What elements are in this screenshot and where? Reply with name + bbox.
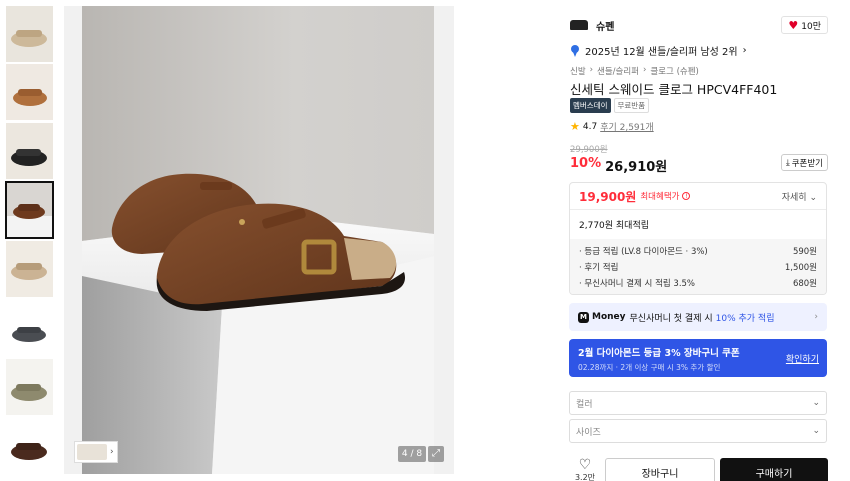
benefit-box: 19,900원 최대혜택가 ! 자세히 ⌄ 2,770원 최대적립 · 등급 적… bbox=[569, 182, 827, 295]
promo-title: 2월 다이아몬드 등급 3% 장바구니 쿠폰 bbox=[578, 348, 740, 359]
rating-row: ★ 4.7 후기 2,591개 bbox=[570, 120, 654, 133]
discount-rate: 10% bbox=[570, 156, 602, 171]
chevron-down-icon: ⌄ bbox=[812, 426, 820, 436]
chevron-right-icon: › bbox=[742, 45, 747, 56]
promo-confirm-button[interactable]: 확인하기 bbox=[786, 352, 819, 365]
detail-toggle[interactable]: 자세히 ⌄ bbox=[782, 190, 817, 203]
chevron-down-icon: ⌄ bbox=[812, 398, 820, 408]
accumulation-list: · 등급 적립 (LV.8 다이아몬드 · 3%) 590원 · 후기 적립 1… bbox=[570, 239, 826, 294]
chevron-right-icon: › bbox=[643, 65, 647, 75]
rating-value: 4.7 bbox=[582, 121, 598, 132]
chevron-right-icon: › bbox=[110, 447, 114, 457]
ranking-text: 2025년 12월 샌들/슬리퍼 남성 2위 bbox=[585, 47, 738, 58]
brand-row: 슈펜 ♥ 10만 bbox=[570, 16, 828, 34]
size-select-placeholder: 사이즈 bbox=[576, 427, 601, 438]
wishlist-button[interactable]: ♡ 3.2만 bbox=[572, 458, 598, 481]
coupon-promo-banner: 2월 다이아몬드 등급 3% 장바구니 쿠폰 02.28까지 · 2개 이상 구… bbox=[569, 339, 827, 377]
medal-icon bbox=[570, 44, 580, 57]
color-select-placeholder: 컬러 bbox=[576, 399, 593, 410]
image-preview-strip[interactable]: › bbox=[74, 441, 118, 463]
main-image-area: › 4 / 8 ⤢ bbox=[64, 6, 454, 474]
image-counter: 4 / 8 bbox=[398, 446, 426, 462]
money-name: Money bbox=[592, 312, 626, 322]
max-benefit-price: 19,900원 bbox=[579, 189, 637, 204]
accumulation-item: · 후기 적립 1,500원 bbox=[579, 259, 817, 275]
star-icon: ★ bbox=[570, 120, 580, 133]
accumulation-total: 2,770원 최대적립 bbox=[570, 209, 826, 239]
money-text: 무신사머니 첫 결제 시 bbox=[629, 313, 713, 324]
product-info-panel: 슈펜 ♥ 10만 2025년 12월 샌들/슬리퍼 남성 2위 › 신발 › 샌… bbox=[558, 6, 842, 481]
product-image[interactable] bbox=[82, 6, 434, 474]
accumulation-item: · 등급 적립 (LV.8 다이아몬드 · 3%) 590원 bbox=[579, 243, 817, 259]
sale-price: 26,910원 bbox=[605, 160, 668, 175]
breadcrumb-item[interactable]: 신발 bbox=[570, 65, 586, 77]
accumulation-value: 680원 bbox=[792, 279, 817, 289]
thumbnail[interactable] bbox=[6, 64, 53, 120]
thumbnail[interactable] bbox=[6, 359, 53, 415]
money-logo-icon: M bbox=[578, 311, 589, 323]
thumbnail[interactable] bbox=[6, 123, 53, 179]
accumulation-value: 590원 bbox=[792, 247, 817, 257]
breadcrumb-item[interactable]: 클로그 (슈펜) bbox=[650, 65, 698, 77]
breadcrumb-item[interactable]: 샌들/슬리퍼 bbox=[597, 65, 639, 77]
accumulation-value: 1,500원 bbox=[784, 263, 817, 273]
accumulation-label: · 후기 적립 bbox=[579, 263, 619, 273]
product-title: 신세틱 스웨이드 클로그 HPCV4FF401 bbox=[570, 82, 778, 97]
review-link[interactable]: 후기 2,591개 bbox=[600, 120, 653, 133]
breadcrumb: 신발 › 샌들/슬리퍼 › 클로그 (슈펜) bbox=[570, 65, 699, 77]
thumbnail[interactable] bbox=[6, 241, 53, 297]
member-day-badge: 멤버스데이 bbox=[570, 98, 611, 113]
max-benefit-label: 최대혜택가 bbox=[640, 192, 680, 202]
brand-name[interactable]: 슈펜 bbox=[596, 18, 614, 33]
heart-icon: ♥ bbox=[788, 18, 799, 32]
thumbnail[interactable] bbox=[6, 300, 53, 356]
expand-icon[interactable]: ⤢ bbox=[428, 446, 444, 462]
ranking-link[interactable]: 2025년 12월 샌들/슬리퍼 남성 2위 › bbox=[570, 43, 747, 58]
brand-logo-icon[interactable] bbox=[570, 20, 588, 30]
accumulation-item: · 무신사머니 결제 시 적립 3.5% 680원 bbox=[579, 275, 817, 291]
color-select[interactable]: 컬러 ⌄ bbox=[569, 391, 827, 415]
download-icon: ⤓ bbox=[785, 157, 790, 168]
coupon-button[interactable]: ⤓ 쿠폰받기 bbox=[780, 154, 828, 171]
money-accent-text: 10% 추가 적립 bbox=[715, 313, 775, 324]
thumbnail[interactable] bbox=[6, 418, 53, 474]
price-row: 10% 26,910원 bbox=[570, 156, 667, 175]
info-icon[interactable]: ! bbox=[682, 192, 691, 200]
chevron-right-icon: › bbox=[814, 312, 818, 322]
accumulation-label: · 무신사머니 결제 시 적립 3.5% bbox=[579, 279, 696, 289]
accumulation-label: · 등급 적립 (LV.8 다이아몬드 · 3%) bbox=[579, 247, 708, 257]
benefit-header: 19,900원 최대혜택가 ! 자세히 ⌄ bbox=[570, 183, 826, 209]
like-count: 10만 bbox=[801, 21, 821, 32]
thumbnail-selected[interactable] bbox=[5, 181, 54, 239]
musinsa-money-banner[interactable]: M Money 무신사머니 첫 결제 시 10% 추가 적립 › bbox=[569, 303, 827, 331]
thumbnail[interactable] bbox=[6, 6, 53, 62]
wishlist-count: 3.2만 bbox=[574, 473, 596, 481]
promo-subtitle: 02.28까지 · 2개 이상 구매 시 3% 추가 할인 bbox=[578, 363, 721, 372]
size-select[interactable]: 사이즈 ⌄ bbox=[569, 419, 827, 443]
free-return-badge: 무료반품 bbox=[613, 98, 650, 113]
chevron-right-icon: › bbox=[589, 65, 594, 75]
heart-outline-icon: ♡ bbox=[578, 457, 592, 473]
preview-image bbox=[77, 444, 107, 460]
buy-now-button[interactable]: 구매하기 bbox=[720, 458, 828, 481]
badge-row: 멤버스데이 무료반품 bbox=[570, 98, 650, 113]
like-button[interactable]: ♥ 10만 bbox=[781, 16, 828, 34]
coupon-label: 쿠폰받기 bbox=[791, 158, 823, 169]
original-price: 29,900원 bbox=[570, 145, 608, 155]
add-to-cart-button[interactable]: 장바구니 bbox=[605, 458, 715, 481]
